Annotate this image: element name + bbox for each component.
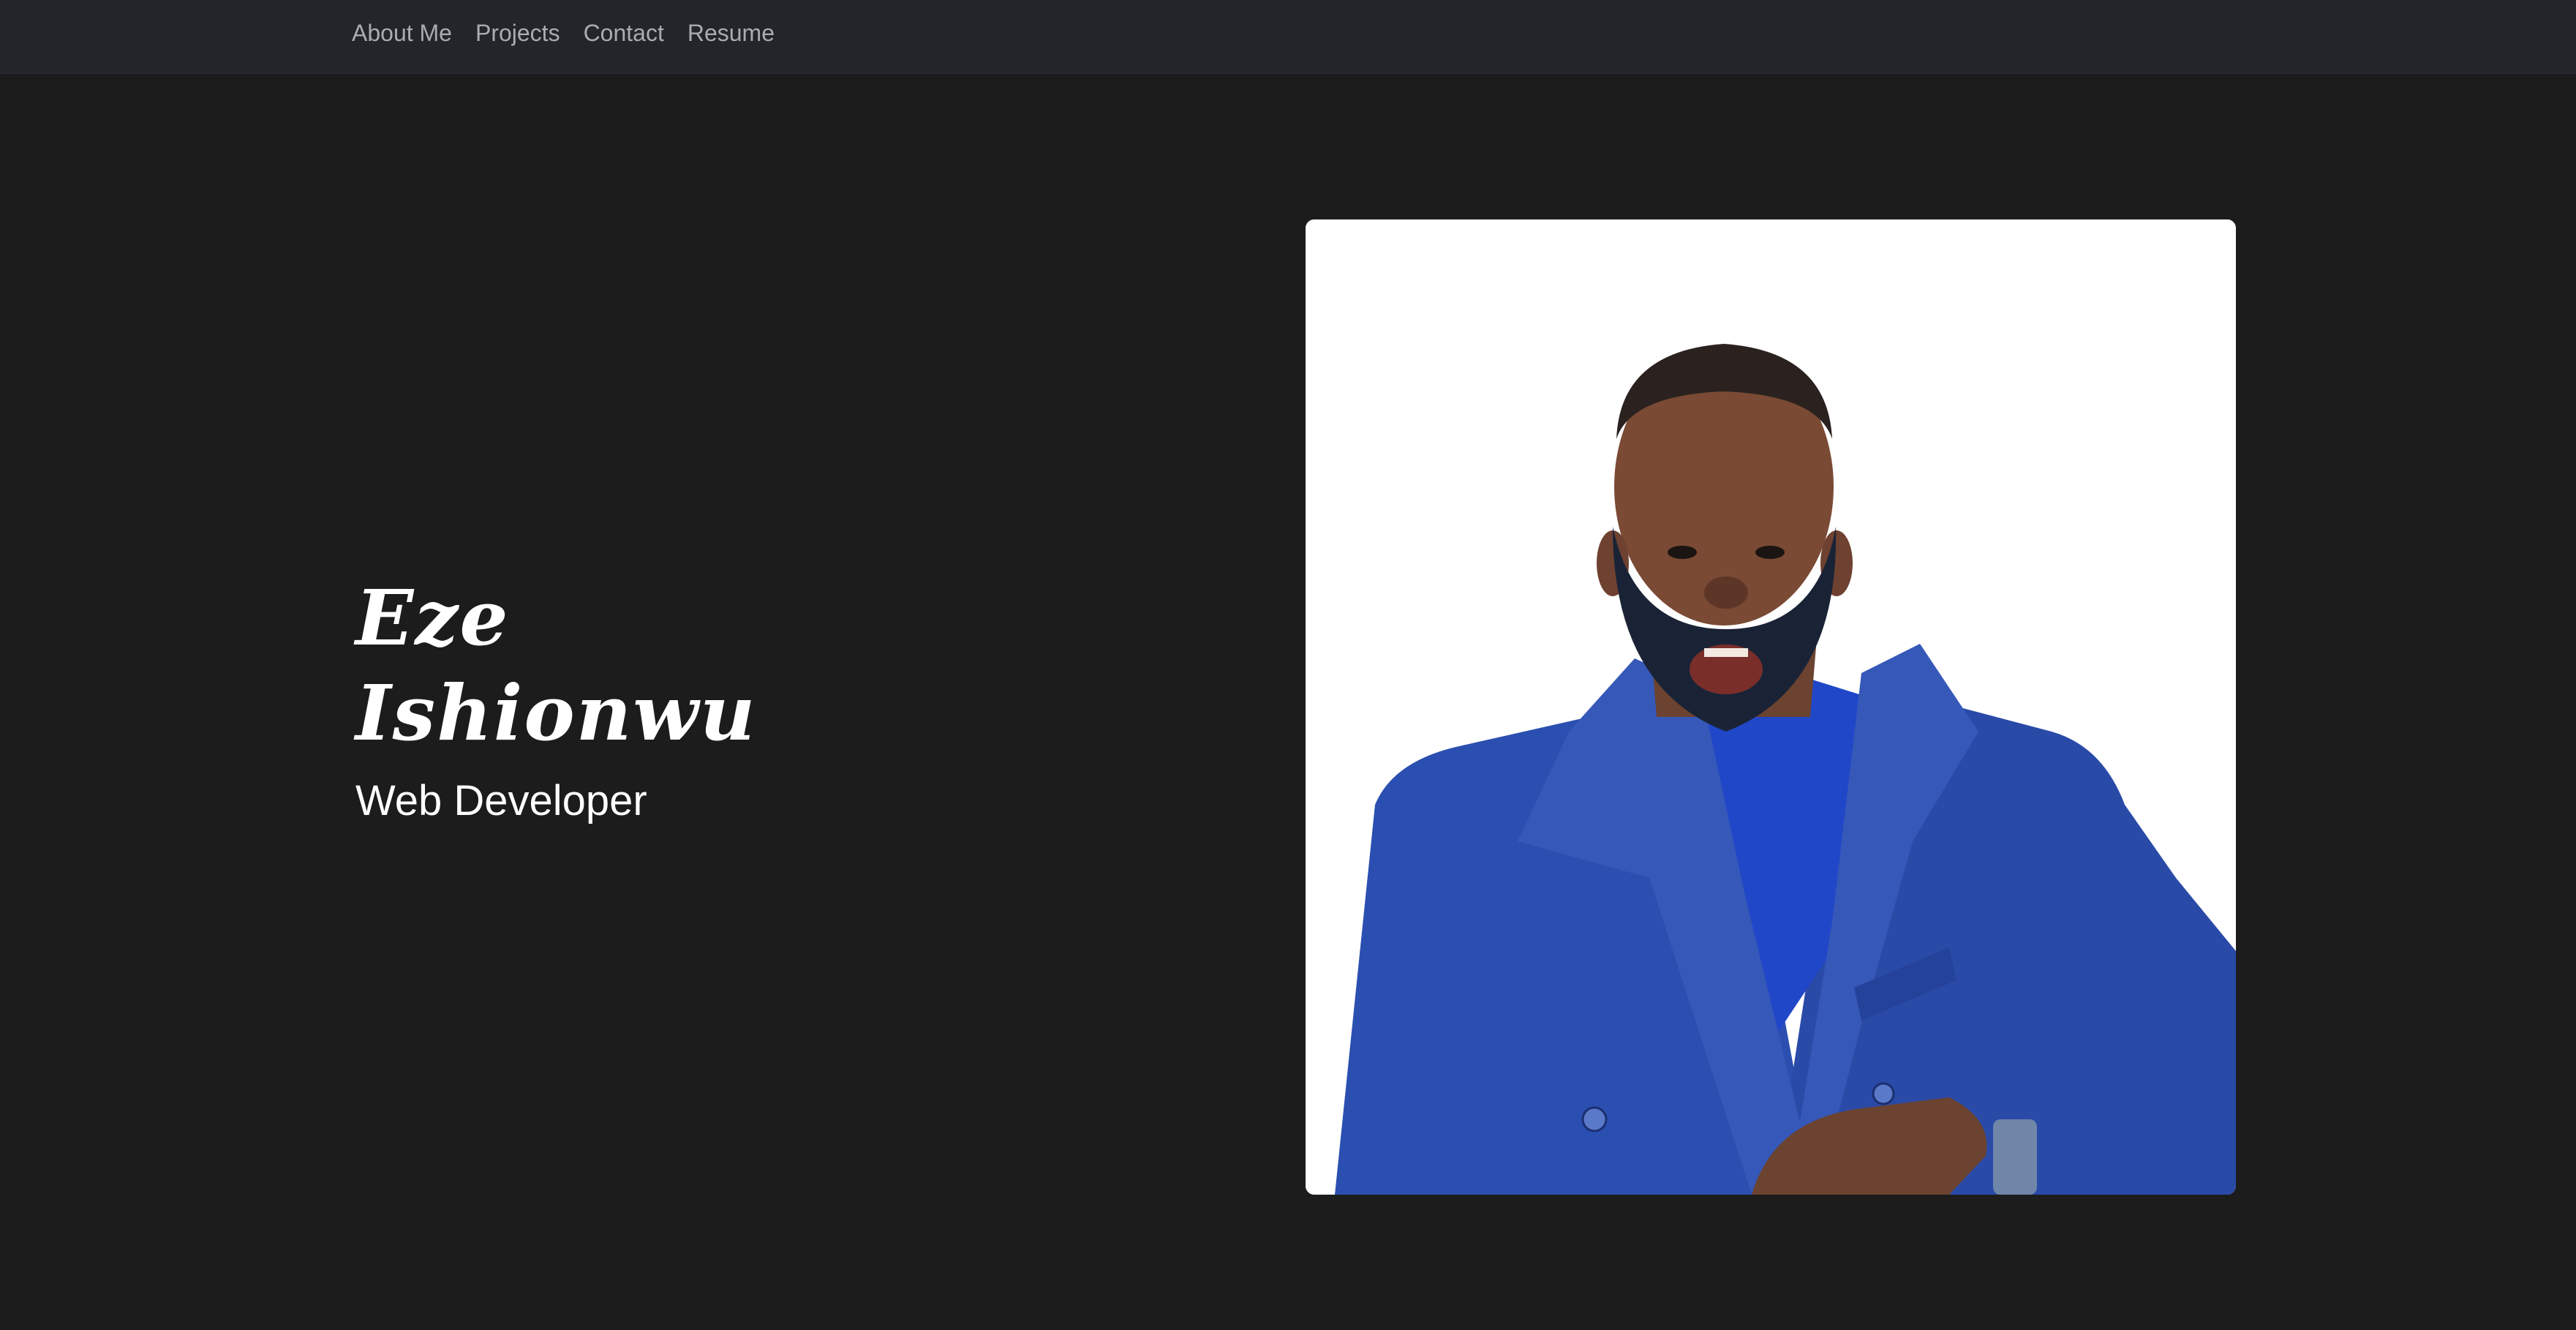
hero-intro: Eze Ishionwu Web Developer xyxy=(355,571,756,827)
hero-role: Web Developer xyxy=(355,777,647,824)
hero-name-last: Ishionwu xyxy=(355,668,757,758)
top-navbar: About Me Projects Contact Resume xyxy=(0,0,2576,74)
nav-about-me-link[interactable]: About Me xyxy=(352,18,452,48)
hero-name-first: Eze xyxy=(355,573,510,663)
nav-contact-link[interactable]: Contact xyxy=(584,18,664,48)
profile-photo-illustration xyxy=(1306,219,2236,1195)
hero-name: Eze Ishionwu xyxy=(355,571,756,761)
nav-links: About Me Projects Contact Resume xyxy=(352,18,775,48)
nav-resume-link[interactable]: Resume xyxy=(688,18,775,48)
profile-photo xyxy=(1306,219,2236,1195)
nav-projects-link[interactable]: Projects xyxy=(475,18,560,48)
